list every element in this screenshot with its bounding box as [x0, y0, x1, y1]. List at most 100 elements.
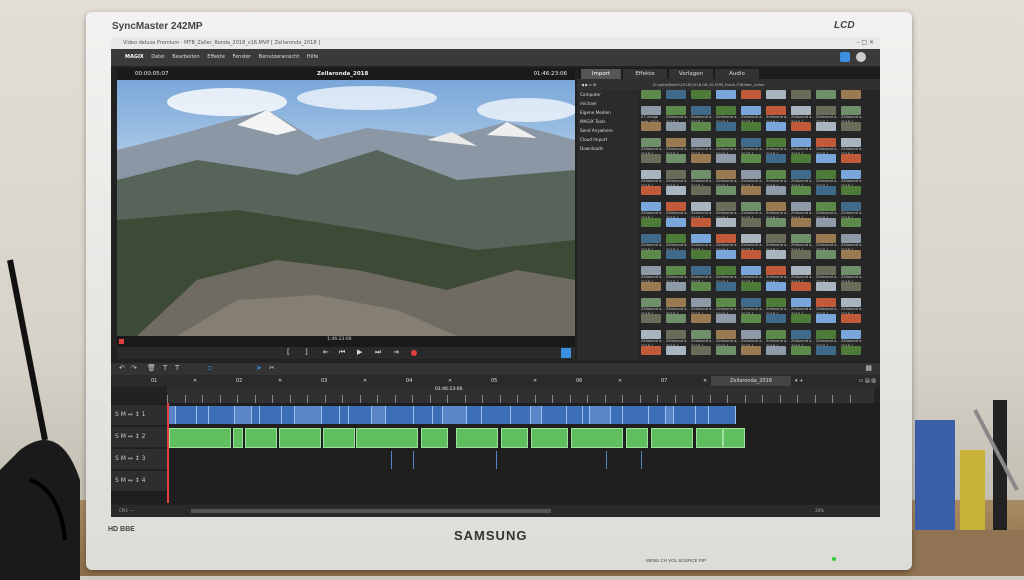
video-clip[interactable]: [252, 406, 260, 424]
play-icon[interactable]: ▶: [357, 348, 362, 356]
media-thumbnail[interactable]: [691, 314, 711, 323]
video-clip[interactable]: [709, 406, 736, 424]
media-thumbnail[interactable]: [716, 346, 736, 355]
video-clip[interactable]: [467, 406, 482, 424]
media-thumbnail[interactable]: [641, 266, 661, 275]
media-thumbnail[interactable]: [691, 138, 711, 147]
video-clip[interactable]: [567, 406, 583, 424]
media-thumbnail[interactable]: [791, 138, 811, 147]
video-clip[interactable]: [433, 406, 443, 424]
video-clip[interactable]: [282, 406, 295, 424]
media-thumbnail[interactable]: [841, 90, 861, 99]
media-thumbnail[interactable]: [691, 186, 711, 195]
title-icon[interactable]: T: [163, 364, 167, 372]
media-thumbnail[interactable]: [816, 266, 836, 275]
media-thumbnail[interactable]: [716, 282, 736, 291]
mark-out-icon[interactable]: ]: [305, 348, 308, 356]
media-thumbnail[interactable]: [741, 346, 761, 355]
chapter-marker[interactable]: 02: [236, 375, 242, 387]
panel-toggle-icon[interactable]: ▦: [865, 364, 872, 372]
media-thumbnail[interactable]: [791, 298, 811, 307]
audio-clip[interactable]: [233, 428, 243, 448]
media-thumbnail[interactable]: [791, 218, 811, 227]
audio-clip[interactable]: [651, 428, 693, 448]
chapter-marker[interactable]: 04: [406, 375, 412, 387]
media-thumbnail[interactable]: [666, 90, 686, 99]
media-thumbnail[interactable]: [641, 106, 661, 115]
magnet-icon[interactable]: ⊃: [207, 364, 213, 372]
media-thumbnail[interactable]: [841, 234, 861, 243]
video-clip[interactable]: [169, 406, 176, 424]
track-marker[interactable]: [606, 451, 607, 469]
media-thumbnail[interactable]: [691, 298, 711, 307]
media-thumbnail[interactable]: [741, 170, 761, 179]
view-mode-icons[interactable]: ▭ ▤ ▥: [859, 375, 876, 387]
sidebar-item-magix-tools[interactable]: MAGIX Tools: [577, 117, 639, 126]
media-thumbnail[interactable]: [641, 282, 661, 291]
media-thumbnail[interactable]: [766, 266, 786, 275]
media-thumbnail[interactable]: [641, 122, 661, 131]
media-thumbnail[interactable]: [741, 250, 761, 259]
window-controls[interactable]: – □ ✕: [856, 37, 874, 49]
media-thumbnail[interactable]: [691, 346, 711, 355]
media-thumbnail[interactable]: [716, 202, 736, 211]
media-thumbnail[interactable]: [741, 266, 761, 275]
nav-icons[interactable]: ◀ ▶ ⌂ ⚙: [581, 82, 596, 87]
media-thumbnail[interactable]: [666, 138, 686, 147]
media-thumbnail[interactable]: [666, 330, 686, 339]
media-thumbnail[interactable]: [716, 170, 736, 179]
audio-clip[interactable]: [501, 428, 528, 448]
media-thumbnail[interactable]: [741, 154, 761, 163]
media-thumbnail[interactable]: [741, 138, 761, 147]
media-thumbnail[interactable]: [741, 186, 761, 195]
media-thumbnail[interactable]: [791, 314, 811, 323]
media-thumbnail[interactable]: [841, 138, 861, 147]
media-thumbnail[interactable]: [716, 186, 736, 195]
audio-clip[interactable]: [245, 428, 277, 448]
timeline-ruler[interactable]: 01:46:23:06: [167, 387, 874, 403]
tab-import[interactable]: Import: [581, 69, 621, 79]
video-clip[interactable]: [197, 406, 209, 424]
media-thumbnail[interactable]: [841, 170, 861, 179]
chapter-marker[interactable]: 01: [151, 375, 157, 387]
track-2-header[interactable]: S M ↔ ↕ 2: [111, 427, 167, 447]
video-clip[interactable]: [295, 406, 322, 424]
redo-icon[interactable]: ↷: [131, 364, 137, 372]
media-thumbnail[interactable]: [816, 90, 836, 99]
media-thumbnail[interactable]: [766, 234, 786, 243]
media-thumbnail[interactable]: [666, 346, 686, 355]
sidebar-item-my-media[interactable]: Eigene Medien: [577, 108, 639, 117]
media-thumbnail[interactable]: [691, 266, 711, 275]
chapter-close-icon[interactable]: ✕: [363, 375, 367, 387]
video-clip[interactable]: [590, 406, 611, 424]
track-marker[interactable]: [496, 451, 497, 469]
media-thumbnail[interactable]: [716, 106, 736, 115]
track-marker[interactable]: [641, 451, 642, 469]
chapter-marker[interactable]: 03: [321, 375, 327, 387]
media-thumbnail[interactable]: [816, 170, 836, 179]
media-thumbnail[interactable]: [666, 218, 686, 227]
chapter-close-icon[interactable]: ✕: [278, 375, 282, 387]
media-thumbnail[interactable]: [841, 202, 861, 211]
audio-clip[interactable]: [531, 428, 568, 448]
media-thumbnail[interactable]: [816, 138, 836, 147]
media-thumbnail[interactable]: [741, 298, 761, 307]
go-start-icon[interactable]: ⇤: [323, 348, 329, 356]
media-thumbnail[interactable]: [791, 234, 811, 243]
preview-scrubber[interactable]: 1:46:23:06: [117, 336, 575, 347]
chapter-close-icon[interactable]: ✕: [703, 375, 707, 387]
browser-path[interactable]: D:\data\Bilder\2018\2018.08.20-MTB_Frank…: [653, 79, 764, 90]
media-thumbnail[interactable]: [666, 266, 686, 275]
track-marker[interactable]: [391, 451, 392, 469]
media-thumbnail[interactable]: [791, 250, 811, 259]
video-clip[interactable]: [209, 406, 235, 424]
media-thumbnail[interactable]: [691, 282, 711, 291]
record-icon[interactable]: [411, 350, 417, 356]
menu-effects[interactable]: Effekte: [207, 54, 225, 60]
media-thumbnail[interactable]: [816, 346, 836, 355]
media-thumbnail[interactable]: [641, 250, 661, 259]
video-clip[interactable]: [623, 406, 649, 424]
media-thumbnail[interactable]: [816, 186, 836, 195]
media-thumbnail[interactable]: [691, 234, 711, 243]
audio-clip[interactable]: [323, 428, 355, 448]
